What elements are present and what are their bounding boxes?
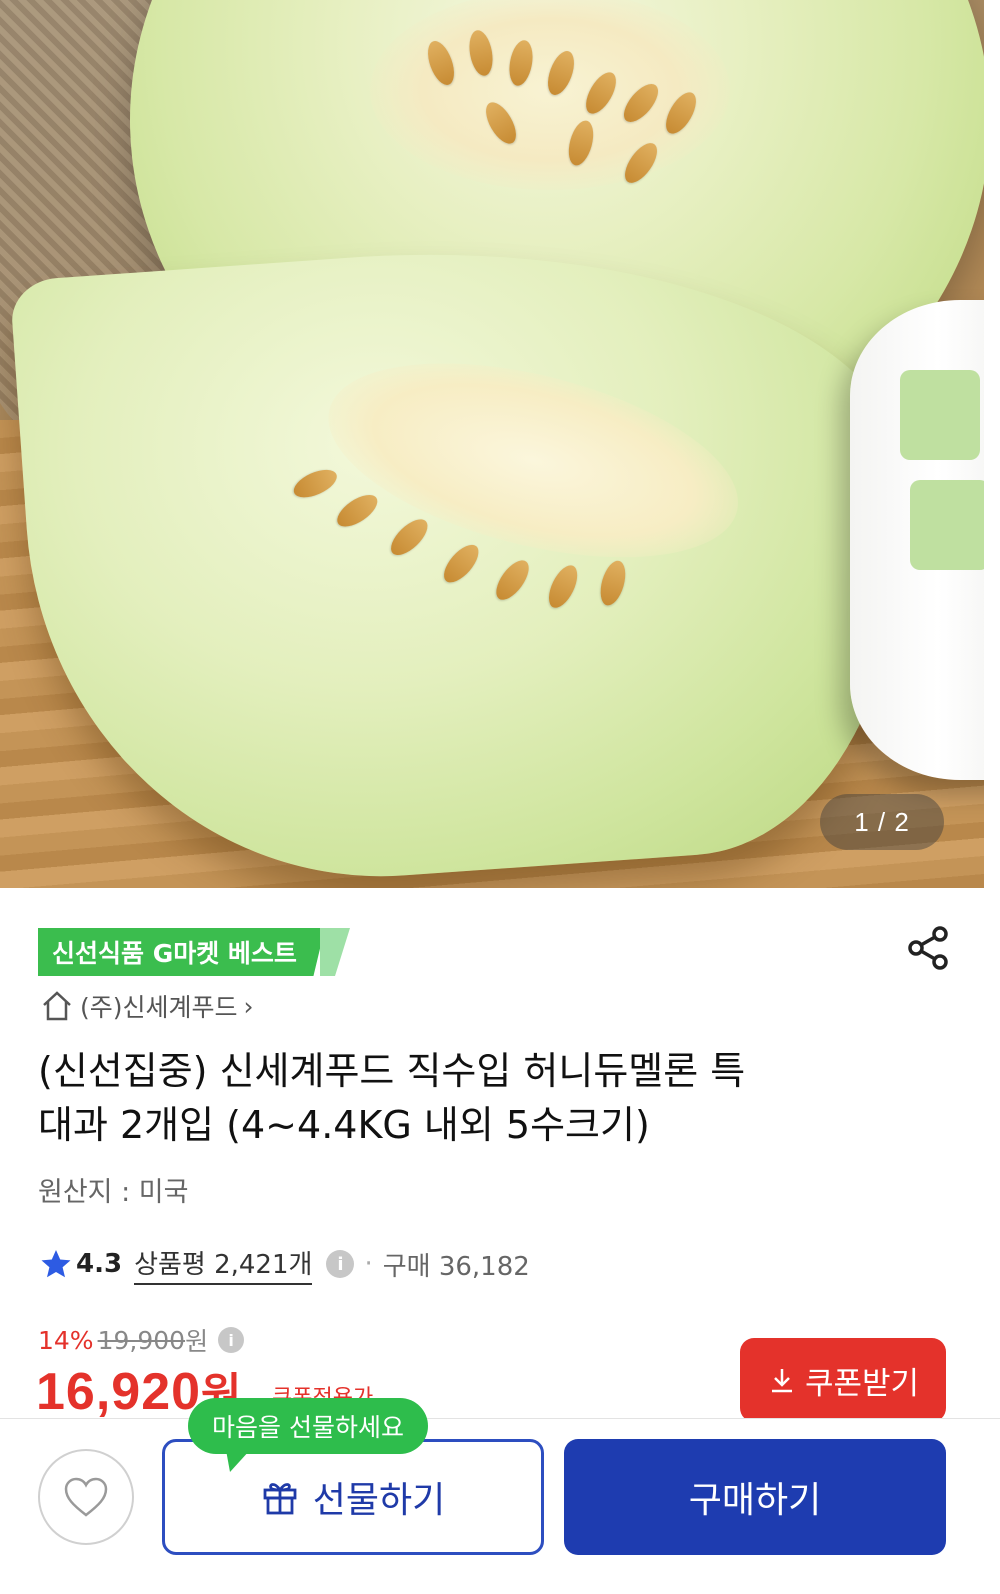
product-title: (신선집중) 신세계푸드 직수입 허니듀멜론 특 대과 2개입 (4~4.4KG…: [38, 1044, 898, 1152]
gift-icon: [263, 1483, 297, 1515]
gift-tooltip: 마음을 선물하세요: [188, 1398, 428, 1454]
original-price: 19,900: [97, 1325, 186, 1355]
current-price-value: 16,920: [36, 1363, 202, 1421]
get-coupon-button[interactable]: 쿠폰받기: [740, 1338, 946, 1422]
discount-rate: 14%: [38, 1325, 94, 1355]
bottom-action-bar: 선물하기 구매하기: [0, 1418, 1000, 1594]
separator: ·: [364, 1249, 373, 1279]
get-coupon-label: 쿠폰받기: [804, 1365, 920, 1402]
title-line-2: 대과 2개입 (4~4.4KG 내외 5수크기): [38, 1103, 650, 1147]
buy-button[interactable]: 구매하기: [564, 1439, 946, 1555]
original-price-row: 14% 19,900 원 i: [38, 1322, 245, 1358]
seed-bed: [308, 327, 758, 594]
seed-bed: [370, 0, 730, 190]
info-icon[interactable]: i: [326, 1250, 355, 1278]
badge-tail: [320, 928, 350, 976]
wishlist-button[interactable]: [38, 1449, 134, 1545]
seller-name: (주)신세계푸드: [80, 993, 238, 1022]
home-icon: [43, 991, 71, 1021]
image-counter: 1 / 2: [820, 794, 944, 850]
melon-cube: [900, 370, 980, 460]
heart-icon: [64, 1477, 108, 1517]
melon-cube: [910, 480, 984, 570]
purchase-count: 구매 36,182: [382, 1251, 530, 1282]
chevron-right-icon: ›: [243, 991, 254, 1021]
seed: [332, 488, 383, 533]
seed: [596, 557, 630, 609]
seed: [543, 561, 584, 613]
download-icon: [771, 1369, 792, 1393]
seller-link[interactable]: (주)신세계푸드 ›: [40, 986, 254, 1026]
title-line-1: (신선집중) 신세계푸드 직수입 허니듀멜론 특: [38, 1049, 746, 1093]
seed: [437, 539, 485, 589]
seed: [490, 555, 535, 606]
best-badge: 신선식품 G마켓 베스트: [38, 928, 325, 976]
rating-row: 4.3 상품평 2,421개 i · 구매 36,182: [40, 1242, 530, 1286]
seed: [289, 464, 341, 504]
gift-button[interactable]: 선물하기: [162, 1439, 544, 1555]
share-icon[interactable]: [904, 924, 952, 972]
info-icon[interactable]: i: [218, 1327, 245, 1353]
seed: [385, 513, 434, 562]
rating-score: 4.3: [76, 1249, 123, 1279]
bowl: [850, 300, 984, 780]
origin-text: 원산지 : 미국: [38, 1177, 189, 1208]
review-count-link[interactable]: 상품평 2,421개: [134, 1244, 313, 1285]
product-image[interactable]: 1 / 2: [0, 0, 984, 888]
gift-button-label: 선물하기: [312, 1480, 446, 1521]
original-price-unit: 원: [185, 1327, 209, 1356]
star-icon: [41, 1250, 71, 1278]
